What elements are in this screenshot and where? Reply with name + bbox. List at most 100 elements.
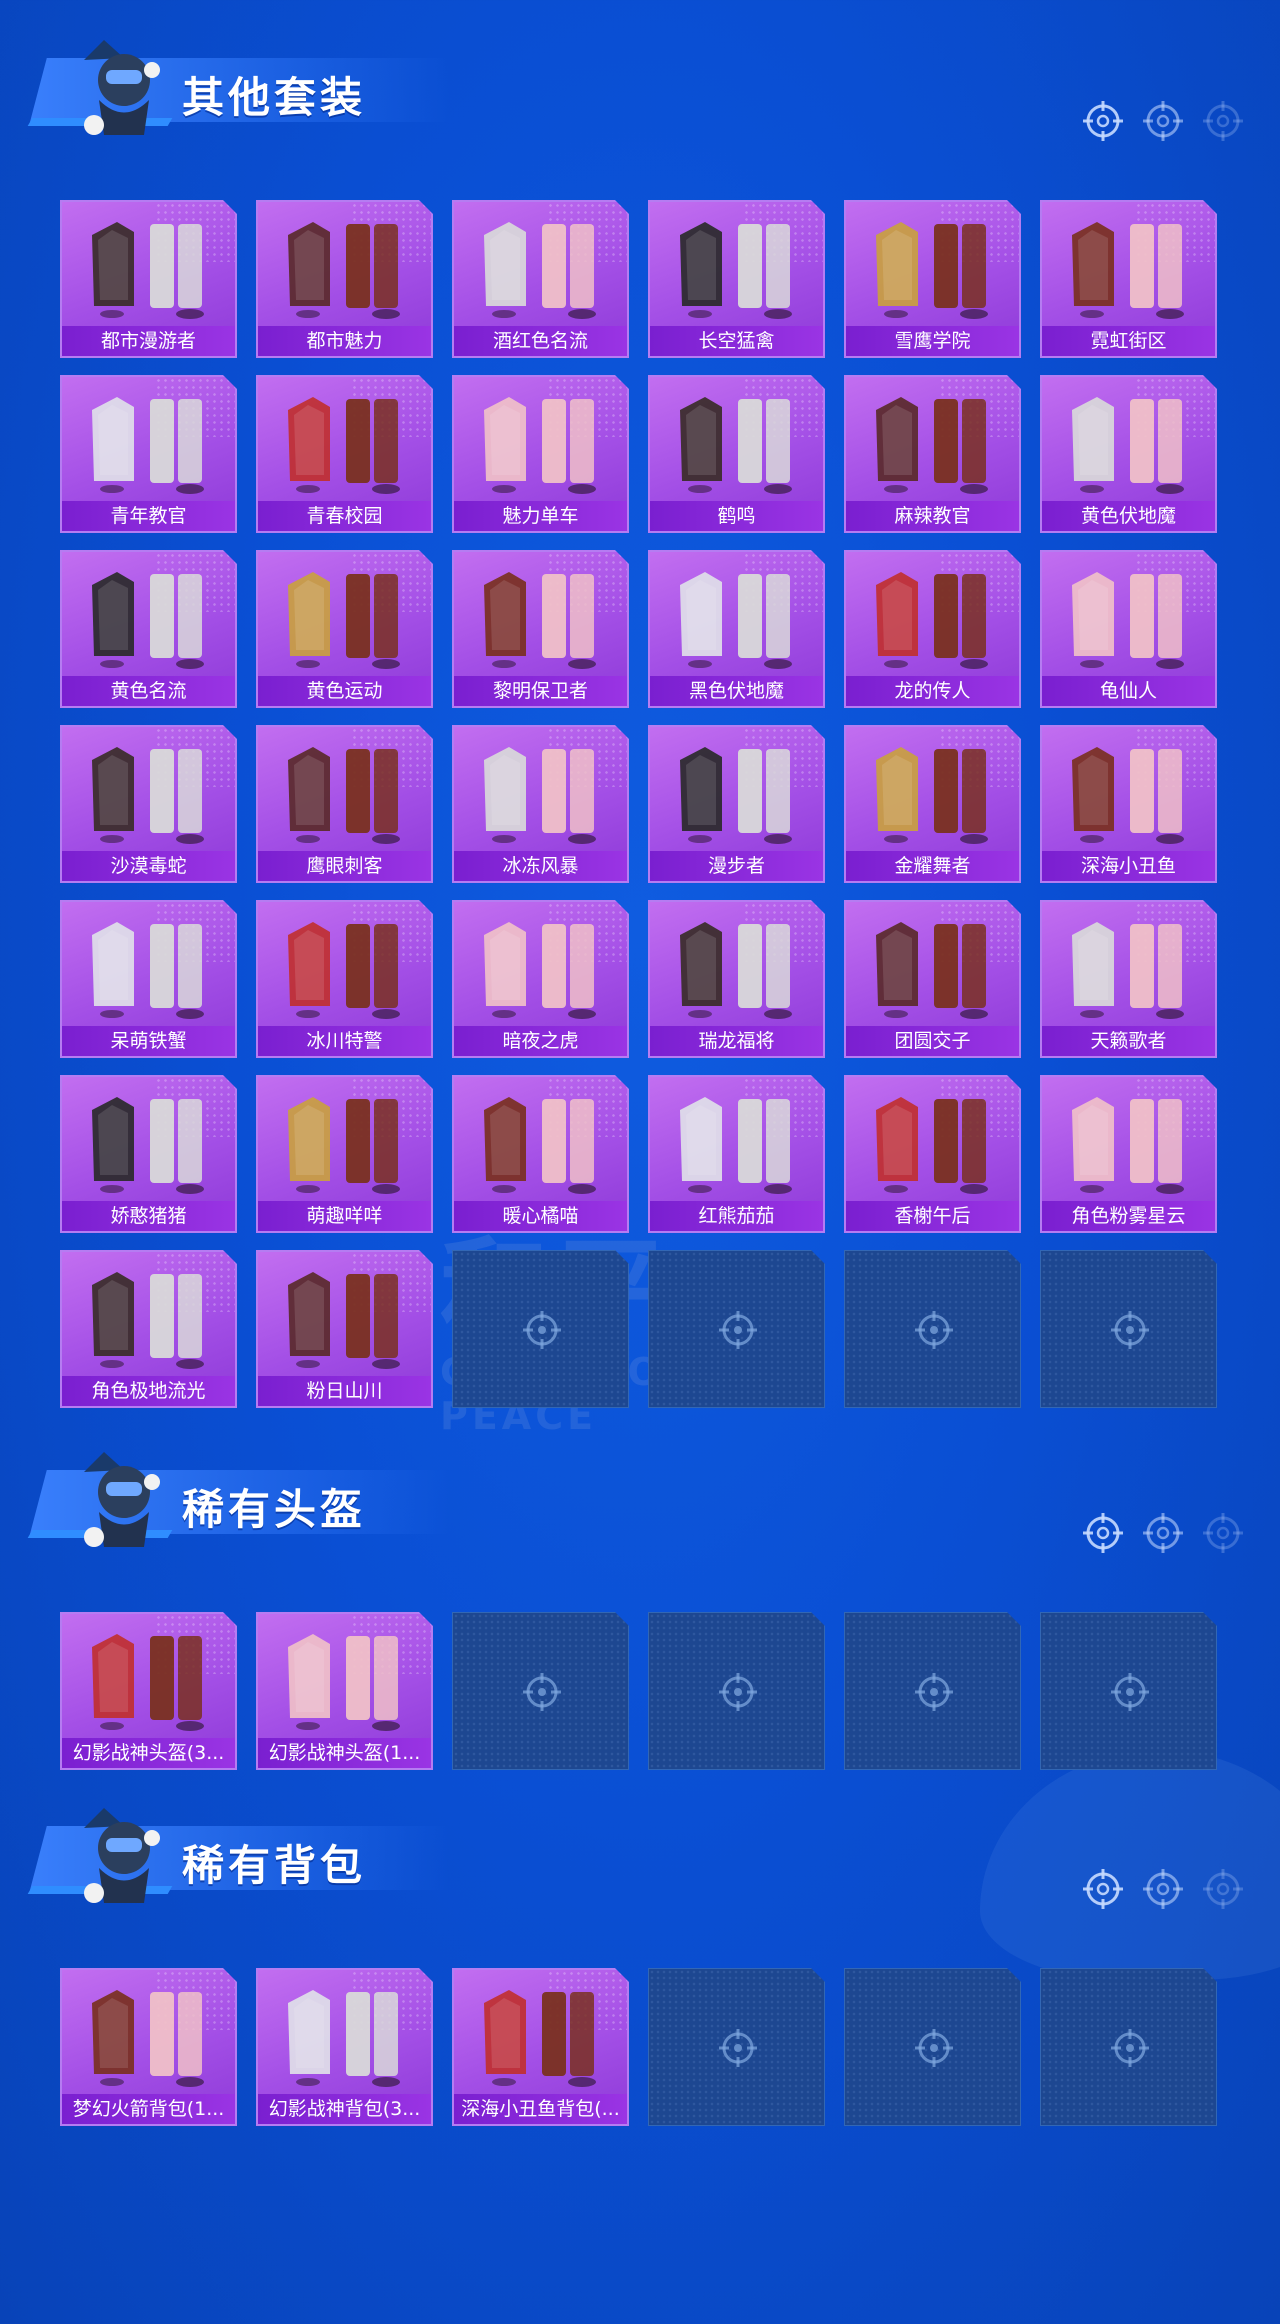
item-card[interactable]: 暗夜之虎: [452, 900, 629, 1058]
item-card[interactable]: 呆萌铁蟹: [60, 900, 237, 1058]
item-card[interactable]: 漫步者: [648, 725, 825, 883]
empty-slot: [452, 1250, 629, 1408]
item-card[interactable]: 黑色伏地魔: [648, 550, 825, 708]
item-image: [464, 1085, 619, 1197]
item-card[interactable]: 都市魅力: [256, 200, 433, 358]
item-name: 麻辣教官: [846, 501, 1019, 531]
item-grid: 幻影战神头盔(3... 幻影战神头盔(1...: [60, 1612, 1217, 1770]
item-card[interactable]: 娇憨猪猪: [60, 1075, 237, 1233]
crosshair-icon[interactable]: [1202, 1868, 1244, 1910]
crosshair-icon[interactable]: [1082, 1512, 1124, 1554]
item-card[interactable]: 香榭午后: [844, 1075, 1021, 1233]
item-image: [464, 1978, 619, 2090]
item-image: [268, 1622, 423, 1734]
empty-slot: [648, 1250, 825, 1408]
item-image: [660, 910, 815, 1022]
item-card[interactable]: 霓虹街区: [1040, 200, 1217, 358]
crosshair-icon[interactable]: [1202, 100, 1244, 142]
item-card[interactable]: 黎明保卫者: [452, 550, 629, 708]
crosshair-icon[interactable]: [1082, 1868, 1124, 1910]
item-image: [856, 910, 1011, 1022]
crosshair-icon: [1109, 1309, 1151, 1351]
item-card[interactable]: 青春校园: [256, 375, 433, 533]
item-grid: 梦幻火箭背包(1... 幻影战神背包(3... 深海小丑鱼背包(...: [60, 1968, 1217, 2126]
item-card[interactable]: 萌趣咩咩: [256, 1075, 433, 1233]
crosshair-icon: [913, 2027, 955, 2069]
crosshair-icon: [1109, 2027, 1151, 2069]
item-card[interactable]: 都市漫游者: [60, 200, 237, 358]
item-image: [856, 735, 1011, 847]
item-image: [660, 1085, 815, 1197]
item-card[interactable]: 冰川特警: [256, 900, 433, 1058]
item-name: 暖心橘喵: [454, 1201, 627, 1231]
item-card[interactable]: 幻影战神背包(3...: [256, 1968, 433, 2126]
item-image: [464, 910, 619, 1022]
item-name: 龟仙人: [1042, 676, 1215, 706]
item-name: 香榭午后: [846, 1201, 1019, 1231]
item-name: 幻影战神背包(3...: [258, 2094, 431, 2124]
item-name: 角色粉雾星云: [1042, 1201, 1215, 1231]
item-card[interactable]: 幻影战神头盔(3...: [60, 1612, 237, 1770]
item-image: [268, 560, 423, 672]
item-name: 鹤鸣: [650, 501, 823, 531]
crosshair-icon[interactable]: [1082, 100, 1124, 142]
crosshair-icon[interactable]: [1142, 100, 1184, 142]
item-image: [268, 1260, 423, 1372]
crosshair-icon: [913, 1309, 955, 1351]
section-header: 稀有背包: [0, 1768, 1280, 1910]
item-card[interactable]: 麻辣教官: [844, 375, 1021, 533]
item-card[interactable]: 黄色伏地魔: [1040, 375, 1217, 533]
item-card[interactable]: 金耀舞者: [844, 725, 1021, 883]
item-card[interactable]: 鹤鸣: [648, 375, 825, 533]
crosshair-icon[interactable]: [1202, 1512, 1244, 1554]
item-card[interactable]: 魅力单车: [452, 375, 629, 533]
item-name: 黑色伏地魔: [650, 676, 823, 706]
item-name: 酒红色名流: [454, 326, 627, 356]
item-card[interactable]: 天籁歌者: [1040, 900, 1217, 1058]
section-title: 稀有头盔: [182, 1485, 367, 1534]
item-image: [660, 560, 815, 672]
item-card[interactable]: 酒红色名流: [452, 200, 629, 358]
item-image: [268, 735, 423, 847]
section-title: 稀有背包: [182, 1841, 367, 1890]
item-card[interactable]: 瑞龙福将: [648, 900, 825, 1058]
item-image: [660, 210, 815, 322]
item-name: 黄色运动: [258, 676, 431, 706]
item-card[interactable]: 深海小丑鱼背包(...: [452, 1968, 629, 2126]
crosshair-icon[interactable]: [1142, 1512, 1184, 1554]
item-image: [856, 1085, 1011, 1197]
crosshair-icon[interactable]: [1142, 1868, 1184, 1910]
item-image: [268, 210, 423, 322]
page-indicator: [1082, 1868, 1244, 1910]
item-card[interactable]: 黄色运动: [256, 550, 433, 708]
item-card[interactable]: 龟仙人: [1040, 550, 1217, 708]
item-card[interactable]: 鹰眼刺客: [256, 725, 433, 883]
item-name: 深海小丑鱼: [1042, 851, 1215, 881]
item-card[interactable]: 红熊茄茄: [648, 1075, 825, 1233]
item-card[interactable]: 角色粉雾星云: [1040, 1075, 1217, 1233]
item-image: [72, 1260, 227, 1372]
item-card[interactable]: 冰冻风暴: [452, 725, 629, 883]
item-card[interactable]: 雪鹰学院: [844, 200, 1021, 358]
item-card[interactable]: 暖心橘喵: [452, 1075, 629, 1233]
mascot-icon: [64, 1442, 174, 1562]
crosshair-icon: [521, 1309, 563, 1351]
item-image: [268, 1085, 423, 1197]
item-card[interactable]: 团圆交子: [844, 900, 1021, 1058]
item-card[interactable]: 梦幻火箭背包(1...: [60, 1968, 237, 2126]
item-card[interactable]: 沙漠毒蛇: [60, 725, 237, 883]
item-card[interactable]: 青年教官: [60, 375, 237, 533]
item-image: [464, 385, 619, 497]
item-card[interactable]: 龙的传人: [844, 550, 1021, 708]
item-image: [72, 385, 227, 497]
item-card[interactable]: 粉日山川: [256, 1250, 433, 1408]
item-card[interactable]: 黄色名流: [60, 550, 237, 708]
item-card[interactable]: 角色极地流光: [60, 1250, 237, 1408]
item-card[interactable]: 幻影战神头盔(1...: [256, 1612, 433, 1770]
crosshair-icon: [717, 2027, 759, 2069]
item-name: 瑞龙福将: [650, 1026, 823, 1056]
item-image: [72, 1622, 227, 1734]
item-card[interactable]: 长空猛禽: [648, 200, 825, 358]
item-card[interactable]: 深海小丑鱼: [1040, 725, 1217, 883]
empty-slot: [844, 1968, 1021, 2126]
